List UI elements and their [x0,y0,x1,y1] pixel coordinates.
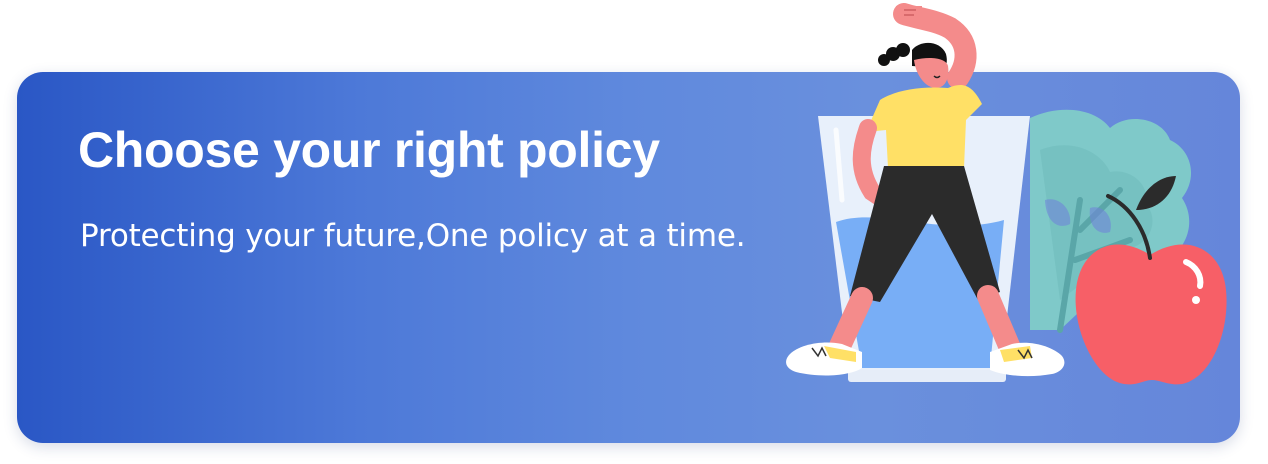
banner-subtitle: Protecting your future,One policy at a t… [80,218,746,254]
promo-stage: Choose your right policy Protecting your… [0,0,1268,464]
banner-title: Choose your right policy [78,122,660,178]
